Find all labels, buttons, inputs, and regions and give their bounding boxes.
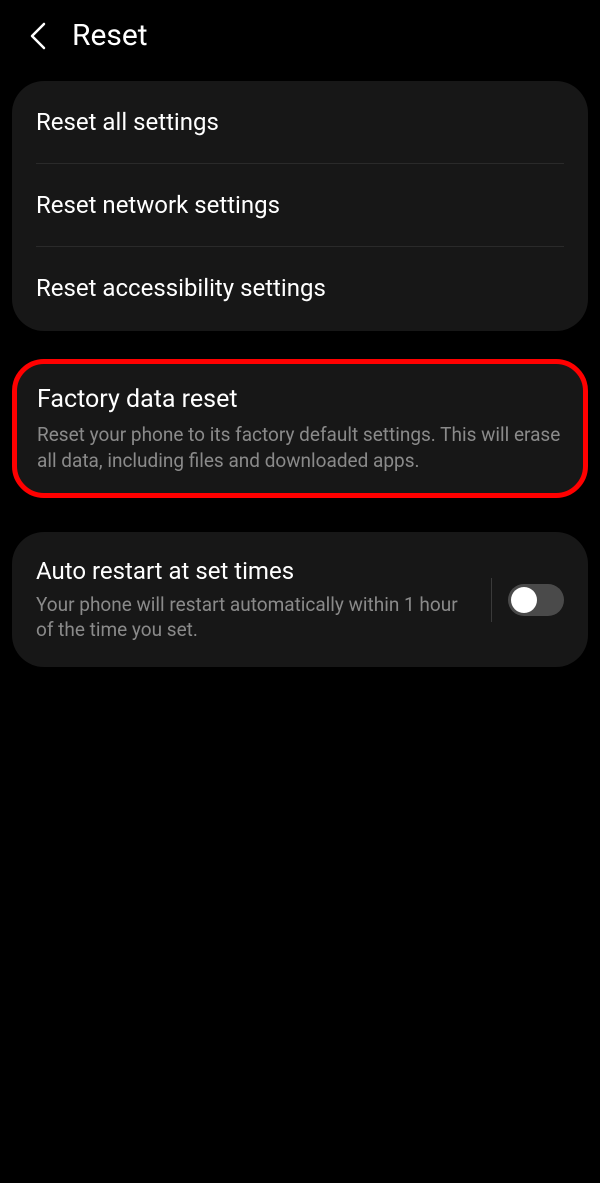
item-description: Reset your phone to its factory default …	[37, 422, 563, 473]
item-label: Reset accessibility settings	[36, 273, 564, 304]
item-label: Factory data reset	[37, 384, 563, 417]
reset-all-settings-item[interactable]: Reset all settings	[12, 81, 588, 164]
back-icon[interactable]	[28, 21, 50, 51]
factory-data-reset-group: Factory data reset Reset your phone to i…	[12, 359, 588, 499]
auto-restart-toggle[interactable]	[508, 584, 564, 616]
item-label: Reset network settings	[36, 190, 564, 221]
toggle-knob	[511, 587, 537, 613]
auto-restart-group: Auto restart at set times Your phone wil…	[12, 532, 588, 666]
reset-network-settings-item[interactable]: Reset network settings	[12, 164, 588, 247]
auto-restart-item[interactable]: Auto restart at set times Your phone wil…	[12, 532, 588, 666]
page-title: Reset	[72, 18, 148, 53]
item-label: Auto restart at set times	[36, 556, 475, 587]
reset-accessibility-settings-item[interactable]: Reset accessibility settings	[12, 247, 588, 330]
item-label: Reset all settings	[36, 107, 564, 138]
factory-data-reset-item[interactable]: Factory data reset Reset your phone to i…	[17, 364, 583, 494]
toggle-text: Auto restart at set times Your phone wil…	[36, 556, 475, 642]
item-description: Your phone will restart automatically wi…	[36, 592, 475, 643]
header: Reset	[0, 0, 600, 71]
reset-options-group: Reset all settings Reset network setting…	[12, 81, 588, 331]
divider	[491, 578, 492, 622]
